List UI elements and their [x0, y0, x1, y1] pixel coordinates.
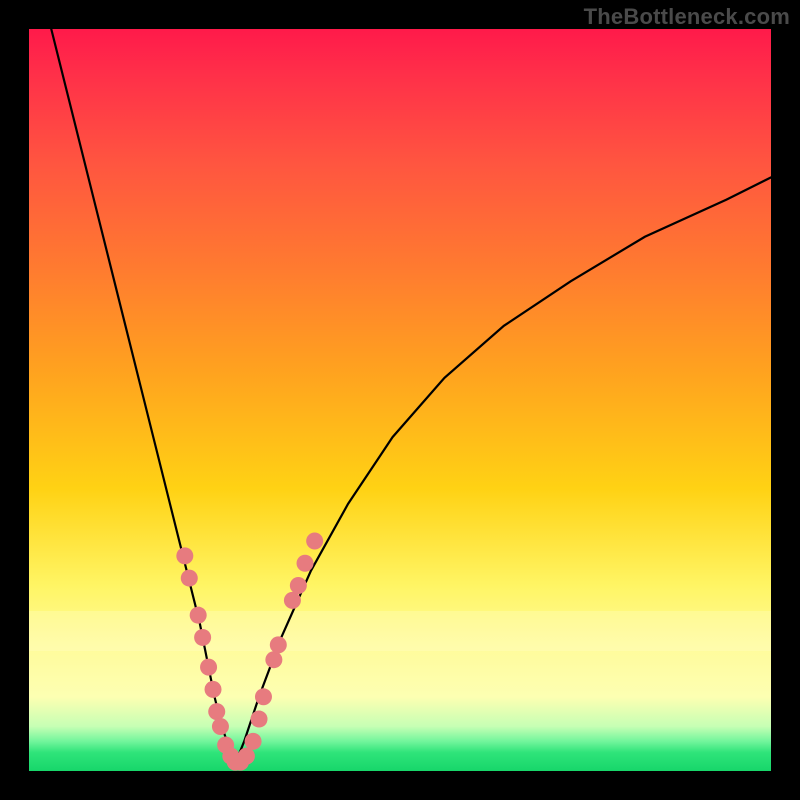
data-point: [208, 703, 225, 720]
data-point: [194, 629, 211, 646]
data-point: [297, 555, 314, 572]
curve-left-branch: [51, 29, 235, 764]
data-point: [205, 681, 222, 698]
data-point: [265, 651, 282, 668]
chart-frame: TheBottleneck.com: [0, 0, 800, 800]
data-point: [290, 577, 307, 594]
curve-right-branch: [235, 177, 771, 763]
data-point: [212, 718, 229, 735]
data-point: [176, 547, 193, 564]
data-point: [245, 733, 262, 750]
data-point: [306, 532, 323, 549]
data-point: [181, 570, 198, 587]
attribution-label: TheBottleneck.com: [584, 4, 790, 30]
scatter-dots: [176, 532, 323, 770]
data-point: [270, 636, 287, 653]
data-point: [190, 607, 207, 624]
chart-svg: [29, 29, 771, 771]
data-point: [200, 659, 217, 676]
data-point: [255, 688, 272, 705]
data-point: [238, 748, 255, 765]
data-point: [251, 711, 268, 728]
chart-plot-area: [29, 29, 771, 771]
data-point: [284, 592, 301, 609]
